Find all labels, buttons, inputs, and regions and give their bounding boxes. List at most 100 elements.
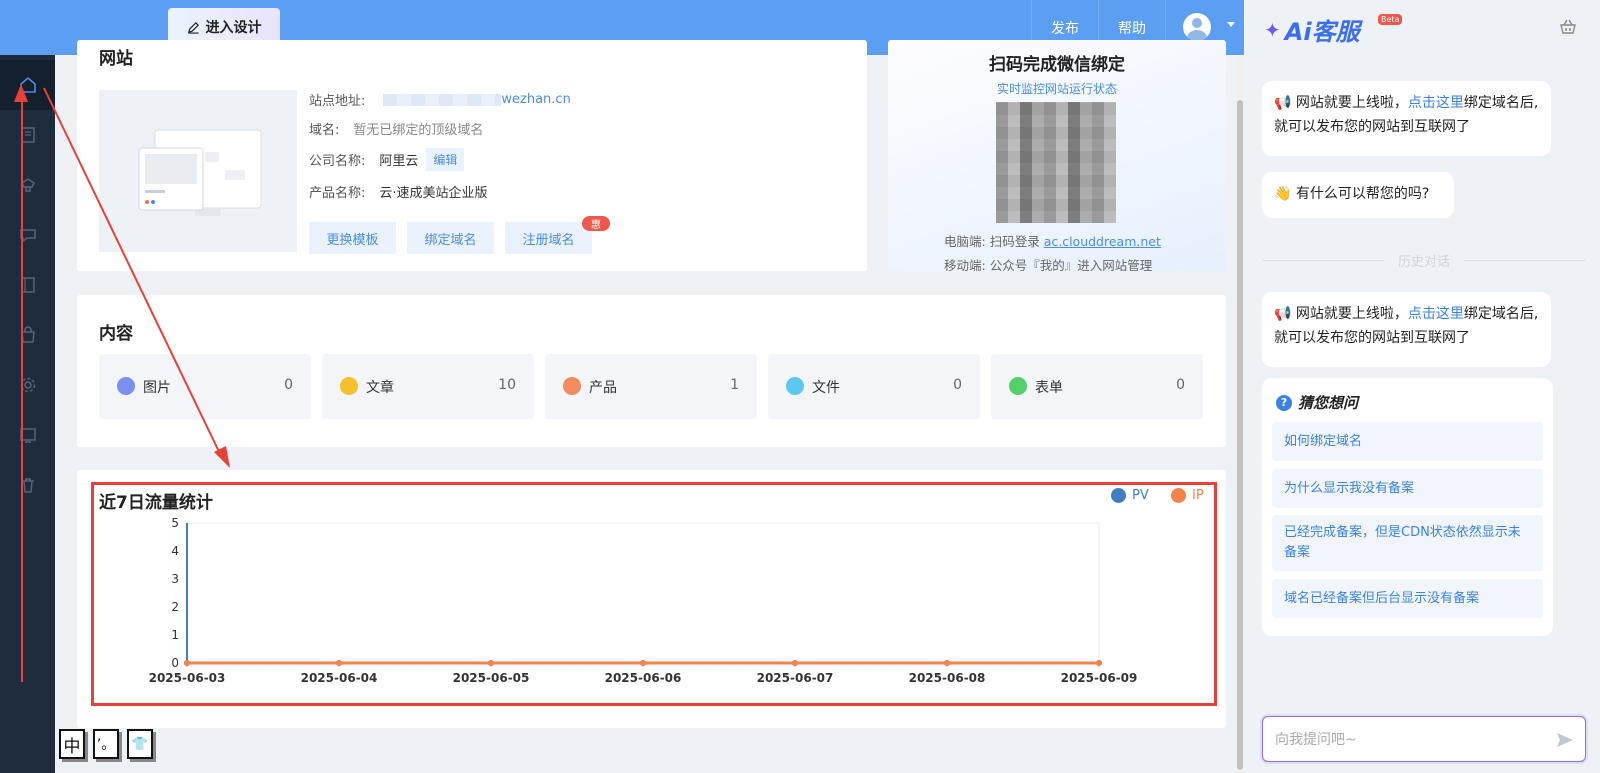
- bind-domain-link[interactable]: 点击这里: [1408, 306, 1464, 322]
- ai-header: ✦ Ai客服 Beta: [1248, 0, 1600, 55]
- bind-domain-button[interactable]: 绑定域名: [407, 222, 494, 254]
- product-row: 产品名称: 云·速成美站企业版: [309, 182, 488, 201]
- product-label: 产品名称:: [309, 186, 366, 201]
- pc-login-link[interactable]: ac.clouddream.net: [1044, 234, 1161, 249]
- stat-count: 10: [498, 377, 516, 393]
- company-row: 公司名称: 阿里云 编辑: [309, 148, 465, 171]
- folder-icon: [786, 377, 804, 395]
- ai-message: 📢 网站就要上线啦，点击这里绑定域名后,就可以发布您的网站到互联网了: [1262, 292, 1551, 367]
- y-tick-label: 5: [171, 516, 179, 530]
- data-point-ip: [640, 660, 646, 666]
- product-value: 云·速成美站企业版: [379, 186, 488, 201]
- site-address-link[interactable]: wezhan.cn: [501, 92, 570, 107]
- ask-input[interactable]: [1275, 729, 1535, 751]
- company-value: 阿里云: [379, 154, 419, 169]
- y-tick-label: 0: [171, 656, 179, 670]
- domain-label: 域名:: [309, 123, 340, 138]
- help-label: 帮助: [1118, 20, 1146, 37]
- suggested-title-text: 猜您想问: [1298, 394, 1359, 412]
- ai-logo: ✦ Ai客服: [1264, 12, 1360, 47]
- pc-login-line: 电脑端: 扫码登录 ac.clouddream.net: [944, 231, 1161, 250]
- stat-count: 1: [730, 377, 739, 393]
- x-tick-label: 2025-06-07: [757, 671, 834, 685]
- mobile-text: 公众号『我的』进入网站管理: [989, 258, 1153, 271]
- stat-label: 产品: [589, 380, 617, 396]
- send-icon[interactable]: [1555, 730, 1575, 750]
- suggested-questions: ? 猜您想问 如何绑定域名 为什么显示我没有备案 已经完成备案，但是CDN状态依…: [1262, 378, 1553, 636]
- avatar[interactable]: [1183, 13, 1211, 41]
- traffic-line-chart: 0 1 2 3 4 5 2025-06-03 2025-06-04 2025-06-05 2025…: [149, 516, 1138, 685]
- question-item[interactable]: 域名已经备案但后台显示没有备案: [1272, 579, 1543, 618]
- stat-label: 表单: [1035, 380, 1063, 396]
- discount-badge: 惠: [582, 216, 610, 231]
- article-icon: [340, 377, 358, 395]
- register-domain-button[interactable]: 注册域名: [505, 222, 592, 254]
- suggested-title: ? 猜您想问: [1276, 392, 1358, 413]
- company-label: 公司名称:: [309, 154, 366, 169]
- x-tick-label: 2025-06-05: [453, 671, 530, 685]
- stat-label: 文章: [366, 380, 394, 396]
- data-point-ip: [488, 660, 494, 666]
- beta-badge: Beta: [1378, 14, 1403, 25]
- stat-count: 0: [1176, 377, 1185, 393]
- data-point-ip: [944, 660, 950, 666]
- ai-message: 📢 网站就要上线啦，点击这里绑定域名后,就可以发布您的网站到互联网了: [1262, 81, 1551, 156]
- stat-files[interactable]: 文件 0: [768, 354, 980, 419]
- basket-icon[interactable]: [1558, 17, 1578, 37]
- pc-label: 电脑端:: [944, 234, 986, 249]
- stat-products[interactable]: 产品 1: [545, 354, 757, 419]
- question-item[interactable]: 如何绑定域名: [1272, 422, 1543, 461]
- sparkle-icon: ✦: [1264, 17, 1281, 42]
- stat-label: 文件: [812, 380, 840, 396]
- ime-punctuation-toggle[interactable]: ’。: [93, 729, 119, 759]
- ime-language-toggle[interactable]: 中: [59, 729, 85, 759]
- data-point-ip: [1096, 660, 1102, 666]
- ime-skin-button[interactable]: 👕: [127, 729, 153, 759]
- address-blurred: [383, 93, 502, 106]
- qr-code: [996, 102, 1116, 223]
- domain-value: 暂无已绑定的顶级域名: [353, 123, 484, 138]
- plot-area: [186, 522, 1100, 664]
- stat-articles[interactable]: 文章 10: [322, 354, 534, 419]
- ai-message: 👋 有什么可以帮您的吗?: [1262, 172, 1454, 218]
- history-label: 历史对话: [1398, 254, 1451, 270]
- data-point-ip: [336, 660, 342, 666]
- address-label: 站点地址:: [309, 94, 366, 109]
- ai-assistant-panel: ✦ Ai客服 Beta 📢 网站就要上线啦，点击这里绑定域名后,就可以发布您的网…: [1248, 0, 1600, 773]
- x-tick-label: 2025-06-08: [909, 671, 986, 685]
- edit-company-button[interactable]: 编辑: [426, 148, 465, 171]
- stat-count: 0: [953, 377, 962, 393]
- y-tick-label: 1: [171, 628, 179, 642]
- bind-domain-link[interactable]: 点击这里: [1408, 95, 1464, 111]
- chevron-down-icon[interactable]: [1227, 22, 1235, 27]
- product-icon: [563, 377, 581, 395]
- y-tick-label: 4: [171, 544, 179, 558]
- x-tick-label: 2025-06-04: [301, 671, 378, 685]
- message-text: 📢 网站就要上线啦，: [1274, 95, 1408, 111]
- history-divider: 历史对话: [1262, 252, 1587, 270]
- question-item[interactable]: 为什么显示我没有备案: [1272, 469, 1543, 508]
- mobile-line: 移动端: 公众号『我的』进入网站管理: [944, 255, 1152, 271]
- wechat-bind-card: 扫码完成微信绑定 实时监控网站运行状态 电脑端: 扫码登录 ac.clouddr…: [888, 40, 1226, 271]
- x-tick-label: 2025-06-03: [149, 671, 226, 685]
- question-icon: ?: [1276, 394, 1292, 411]
- data-point-ip: [792, 660, 798, 666]
- y-tick-label: 2: [171, 600, 179, 614]
- domain-row: 域名: 暂无已绑定的顶级域名: [309, 119, 483, 138]
- mobile-label: 移动端:: [944, 258, 986, 271]
- y-tick-label: 3: [171, 572, 179, 586]
- question-item[interactable]: 已经完成备案，但是CDN状态依然显示未备案: [1272, 515, 1543, 571]
- annotation-arrow: [14, 84, 230, 468]
- site-address-row: 站点地址: wezhan.cn: [309, 90, 571, 109]
- ask-box: [1262, 716, 1586, 762]
- stat-forms[interactable]: 表单 0: [991, 354, 1203, 419]
- change-template-button[interactable]: 更换模板: [309, 222, 396, 254]
- message-text: 👋 有什么可以帮您的吗?: [1274, 186, 1430, 202]
- x-tick-label: 2025-06-09: [1061, 671, 1138, 685]
- message-text: 📢 网站就要上线啦，: [1274, 306, 1408, 322]
- pc-text: 扫码登录: [989, 234, 1040, 249]
- scrollbar-thumb[interactable]: [1237, 100, 1243, 770]
- publish-label: 发布: [1051, 20, 1079, 37]
- stat-count: 0: [284, 377, 293, 393]
- main-scrollbar[interactable]: [1236, 55, 1244, 773]
